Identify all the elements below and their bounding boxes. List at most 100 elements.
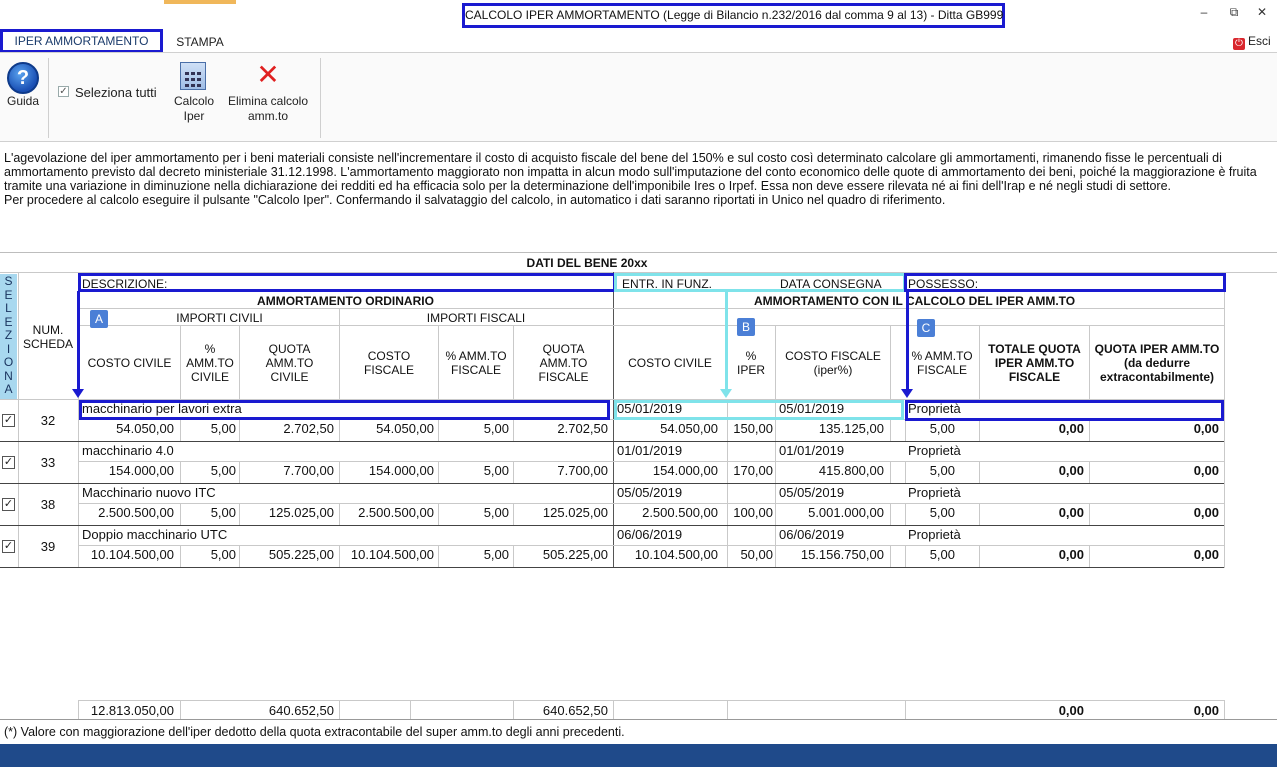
iper-costo-civile-cell[interactable]: 2.500.500,00 bbox=[614, 505, 718, 521]
col-divider bbox=[890, 546, 891, 567]
amm-fiscale-cell[interactable]: 5,00 bbox=[439, 505, 509, 521]
quota-iper-cell[interactable]: 0,00 bbox=[1090, 547, 1219, 563]
possesso-highlight bbox=[905, 400, 1224, 421]
amm-civile-cell[interactable]: 5,00 bbox=[181, 505, 236, 521]
descrizione-cell[interactable]: macchinario 4.0 bbox=[82, 443, 174, 459]
quota-fiscale-cell[interactable]: 125.025,00 bbox=[514, 505, 608, 521]
iper-amm-fiscale-cell[interactable]: 5,00 bbox=[906, 547, 955, 563]
totale-quota-cell[interactable]: 0,00 bbox=[980, 421, 1084, 437]
iper-amm-fiscale-cell[interactable]: 5,00 bbox=[906, 463, 955, 479]
window-title: CALCOLO IPER AMMORTAMENTO (Legge di Bila… bbox=[462, 3, 1005, 28]
total-quota-civile: 640.652,50 bbox=[268, 703, 334, 718]
tab-iper-ammortamento[interactable]: IPER AMMORTAMENTO bbox=[0, 29, 163, 53]
totale-quota-cell[interactable]: 0,00 bbox=[980, 505, 1084, 521]
amm-fiscale-cell[interactable]: 5,00 bbox=[439, 547, 509, 563]
amm-civile-cell[interactable]: 5,00 bbox=[181, 463, 236, 479]
iper-pct-cell[interactable]: 100,00 bbox=[727, 505, 773, 521]
iper-amm-fiscale-cell[interactable]: 5,00 bbox=[906, 421, 955, 437]
costo-civile-cell[interactable]: 54.050,00 bbox=[80, 421, 174, 437]
exit-icon: ⏻ bbox=[1233, 38, 1245, 50]
iper-pct-cell[interactable]: 150,00 bbox=[727, 421, 773, 437]
amm-civile-cell[interactable]: 5,00 bbox=[181, 547, 236, 563]
entr-funz-cell[interactable]: 05/05/2019 bbox=[617, 485, 682, 501]
quota-fiscale-cell[interactable]: 505.225,00 bbox=[514, 547, 608, 563]
col-costo-fiscale: COSTO FISCALE bbox=[363, 349, 414, 377]
amm-fiscale-cell[interactable]: 5,00 bbox=[439, 421, 509, 437]
elimina-calcolo-button[interactable]: Elimina calcolo amm.to bbox=[220, 94, 316, 124]
data-consegna-cell[interactable]: 05/05/2019 bbox=[779, 485, 844, 501]
descrizione-cell[interactable]: Macchinario nuovo ITC bbox=[82, 485, 216, 501]
row-select-checkbox[interactable]: ✓ bbox=[2, 456, 15, 469]
costo-fiscale-cell[interactable]: 154.000,00 bbox=[340, 463, 434, 479]
guida-label[interactable]: Guida bbox=[2, 94, 44, 109]
amm-civile-cell[interactable]: 5,00 bbox=[181, 421, 236, 437]
data-consegna-cell[interactable]: 01/01/2019 bbox=[779, 443, 844, 459]
costo-civile-cell[interactable]: 2.500.500,00 bbox=[80, 505, 174, 521]
select-all-label[interactable]: Seleziona tutti bbox=[75, 85, 157, 100]
possesso-cell[interactable]: Proprietà bbox=[908, 485, 961, 501]
possesso-cell[interactable]: Proprietà bbox=[908, 527, 961, 543]
quota-iper-cell[interactable]: 0,00 bbox=[1090, 463, 1219, 479]
scheda-number: 39 bbox=[40, 539, 56, 554]
quota-civile-cell[interactable]: 125.025,00 bbox=[240, 505, 334, 521]
col-divider bbox=[890, 462, 891, 483]
iper-costo-fiscale-cell[interactable]: 135.125,00 bbox=[776, 421, 884, 437]
arrow-b bbox=[725, 291, 728, 390]
row-select-checkbox[interactable]: ✓ bbox=[2, 414, 15, 427]
col-divider bbox=[1224, 700, 1225, 719]
grid-line bbox=[78, 308, 1224, 309]
iper-costo-fiscale-cell[interactable]: 15.156.750,00 bbox=[776, 547, 884, 563]
col-totale-quota: TOTALE QUOTA IPER AMM.TO FISCALE bbox=[988, 342, 1081, 384]
restore-button[interactable]: ⧉ bbox=[1223, 3, 1245, 21]
totale-quota-cell[interactable]: 0,00 bbox=[980, 463, 1084, 479]
calcolo-iper-button[interactable]: Calcolo Iper bbox=[168, 94, 220, 124]
quota-civile-cell[interactable]: 505.225,00 bbox=[240, 547, 334, 563]
description-text: L'agevolazione del iper ammortamento per… bbox=[4, 151, 1274, 207]
col-divider bbox=[727, 526, 728, 545]
totale-quota-cell[interactable]: 0,00 bbox=[980, 547, 1084, 563]
iper-costo-civile-cell[interactable]: 154.000,00 bbox=[614, 463, 718, 479]
quota-civile-cell[interactable]: 7.700,00 bbox=[240, 463, 334, 479]
quota-iper-cell[interactable]: 0,00 bbox=[1090, 505, 1219, 521]
costo-civile-cell[interactable]: 10.104.500,00 bbox=[80, 547, 174, 563]
costo-fiscale-cell[interactable]: 10.104.500,00 bbox=[340, 547, 434, 563]
esci-button[interactable]: ⏻ Esci bbox=[1233, 33, 1271, 50]
quota-fiscale-cell[interactable]: 2.702,50 bbox=[514, 421, 608, 437]
tab-stampa[interactable]: STAMPA bbox=[164, 33, 236, 51]
data-consegna-cell[interactable]: 06/06/2019 bbox=[779, 527, 844, 543]
col-divider bbox=[339, 700, 340, 719]
delete-x-icon[interactable]: ✕ bbox=[255, 61, 281, 89]
costo-civile-cell[interactable]: 154.000,00 bbox=[80, 463, 174, 479]
col-divider bbox=[727, 700, 728, 719]
descrizione-cell[interactable]: Doppio macchinario UTC bbox=[82, 527, 227, 543]
calculator-icon[interactable] bbox=[180, 62, 206, 90]
quota-iper-cell[interactable]: 0,00 bbox=[1090, 421, 1219, 437]
iper-costo-civile-cell[interactable]: 54.050,00 bbox=[614, 421, 718, 437]
ribbon-separator bbox=[48, 58, 49, 138]
minimize-button[interactable]: – bbox=[1193, 3, 1215, 21]
possesso-cell[interactable]: Proprietà bbox=[908, 443, 961, 459]
row-select-checkbox[interactable]: ✓ bbox=[2, 498, 15, 511]
iper-pct-cell[interactable]: 170,00 bbox=[727, 463, 773, 479]
close-button[interactable]: ✕ bbox=[1251, 3, 1273, 21]
select-all-checkbox[interactable]: ✓ bbox=[58, 86, 69, 97]
iper-costo-civile-cell[interactable]: 10.104.500,00 bbox=[614, 547, 718, 563]
costo-fiscale-cell[interactable]: 54.050,00 bbox=[340, 421, 434, 437]
help-icon[interactable]: ? bbox=[7, 62, 39, 94]
iper-amm-fiscale-cell[interactable]: 5,00 bbox=[906, 505, 955, 521]
amm-fiscale-cell[interactable]: 5,00 bbox=[439, 463, 509, 479]
entr-funz-cell[interactable]: 06/06/2019 bbox=[617, 527, 682, 543]
iper-costo-fiscale-cell[interactable]: 415.800,00 bbox=[776, 463, 884, 479]
row-select-checkbox[interactable]: ✓ bbox=[2, 540, 15, 553]
quota-civile-cell[interactable]: 2.702,50 bbox=[240, 421, 334, 437]
ribbon-separator bbox=[320, 58, 321, 138]
row-separator bbox=[0, 525, 1224, 526]
total-totale-quota: 0,00 bbox=[1058, 703, 1084, 718]
quota-fiscale-cell[interactable]: 7.700,00 bbox=[514, 463, 608, 479]
costo-fiscale-cell[interactable]: 2.500.500,00 bbox=[340, 505, 434, 521]
iper-costo-fiscale-cell[interactable]: 5.001.000,00 bbox=[776, 505, 884, 521]
col-divider bbox=[775, 484, 776, 503]
col-iper-costo-civile: COSTO CIVILE bbox=[628, 356, 712, 370]
iper-pct-cell[interactable]: 50,00 bbox=[727, 547, 773, 563]
entr-funz-cell[interactable]: 01/01/2019 bbox=[617, 443, 682, 459]
